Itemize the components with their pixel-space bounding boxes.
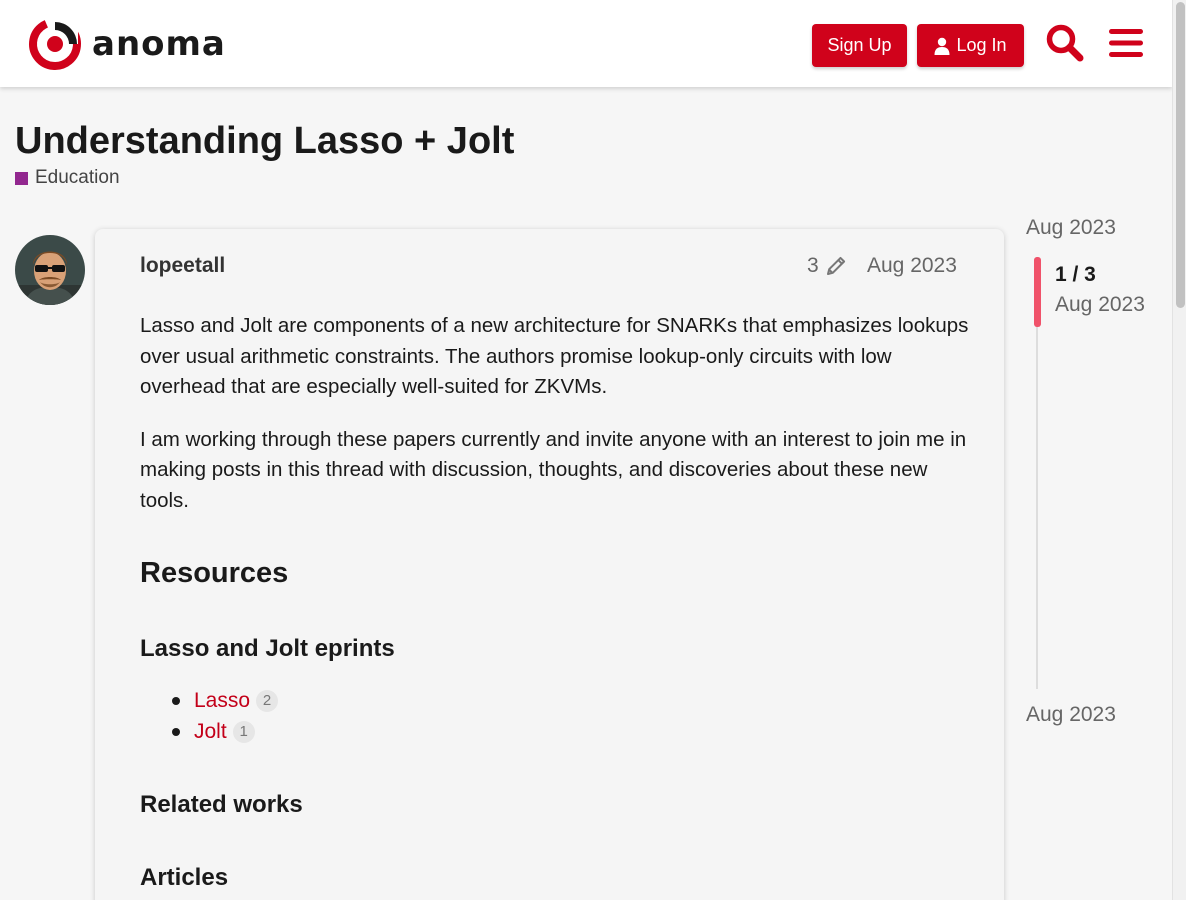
post-card: lopeetall 3 Aug 2023 Lasso and Jolt are … xyxy=(95,229,1004,900)
bullet xyxy=(172,697,180,705)
category-badge[interactable]: Education xyxy=(15,167,120,189)
topic-title[interactable]: Understanding Lasso + Jolt xyxy=(15,120,514,163)
edit-count: 3 xyxy=(807,254,819,277)
search-icon xyxy=(1046,24,1084,62)
anoma-logo-icon xyxy=(29,18,81,70)
user-icon xyxy=(934,37,950,55)
post-author[interactable]: lopeetall xyxy=(140,254,225,278)
search-button[interactable] xyxy=(1044,22,1086,64)
timeline-start-date[interactable]: Aug 2023 xyxy=(1026,216,1116,240)
bullet xyxy=(172,728,180,736)
category-color-swatch xyxy=(15,171,28,185)
avatar[interactable] xyxy=(15,235,85,305)
hamburger-menu-icon xyxy=(1109,29,1143,57)
timeline-handle[interactable] xyxy=(1034,257,1041,327)
edit-history-indicator[interactable]: 3 xyxy=(807,254,847,278)
user-avatar-image xyxy=(15,235,85,305)
page-scrollbar[interactable] xyxy=(1172,0,1186,900)
post-paragraph: Lasso and Jolt are components of a new a… xyxy=(140,314,969,398)
post-date[interactable]: Aug 2023 xyxy=(867,254,957,278)
list-item: Lasso 2 xyxy=(172,685,279,716)
sign-up-button[interactable]: Sign Up xyxy=(812,24,907,67)
logo-wordmark: anoma xyxy=(92,24,226,64)
log-in-label: Log In xyxy=(956,35,1007,55)
timeline-end-date[interactable]: Aug 2023 xyxy=(1026,703,1116,727)
related-works-heading: Related works xyxy=(140,791,303,818)
category-name: Education xyxy=(35,167,120,188)
jolt-link[interactable]: Jolt xyxy=(194,720,227,744)
click-count-badge: 1 xyxy=(232,720,255,743)
pencil-icon xyxy=(826,256,845,275)
post-paragraph: I am working through these papers curren… xyxy=(140,427,967,512)
eprints-heading: Lasso and Jolt eprints xyxy=(140,635,395,662)
resources-heading: Resources xyxy=(140,557,289,589)
menu-button[interactable] xyxy=(1105,22,1147,64)
site-header: anoma Sign Up Log In xyxy=(0,0,1172,87)
eprint-links-list: Lasso 2 Jolt 1 xyxy=(172,685,279,747)
site-logo[interactable]: anoma xyxy=(28,18,226,70)
articles-heading: Articles xyxy=(140,864,229,891)
click-count-badge: 2 xyxy=(256,689,279,712)
timeline-position-date: Aug 2023 xyxy=(1055,293,1145,316)
list-item: Jolt 1 xyxy=(172,716,278,747)
lasso-link[interactable]: Lasso xyxy=(194,689,250,713)
scrollbar-thumb[interactable] xyxy=(1176,2,1185,308)
timeline-position: 1 / 3 xyxy=(1055,263,1096,286)
log-in-button[interactable]: Log In xyxy=(917,24,1024,67)
post-body: Lasso and Jolt are components of a new a… xyxy=(140,311,970,538)
